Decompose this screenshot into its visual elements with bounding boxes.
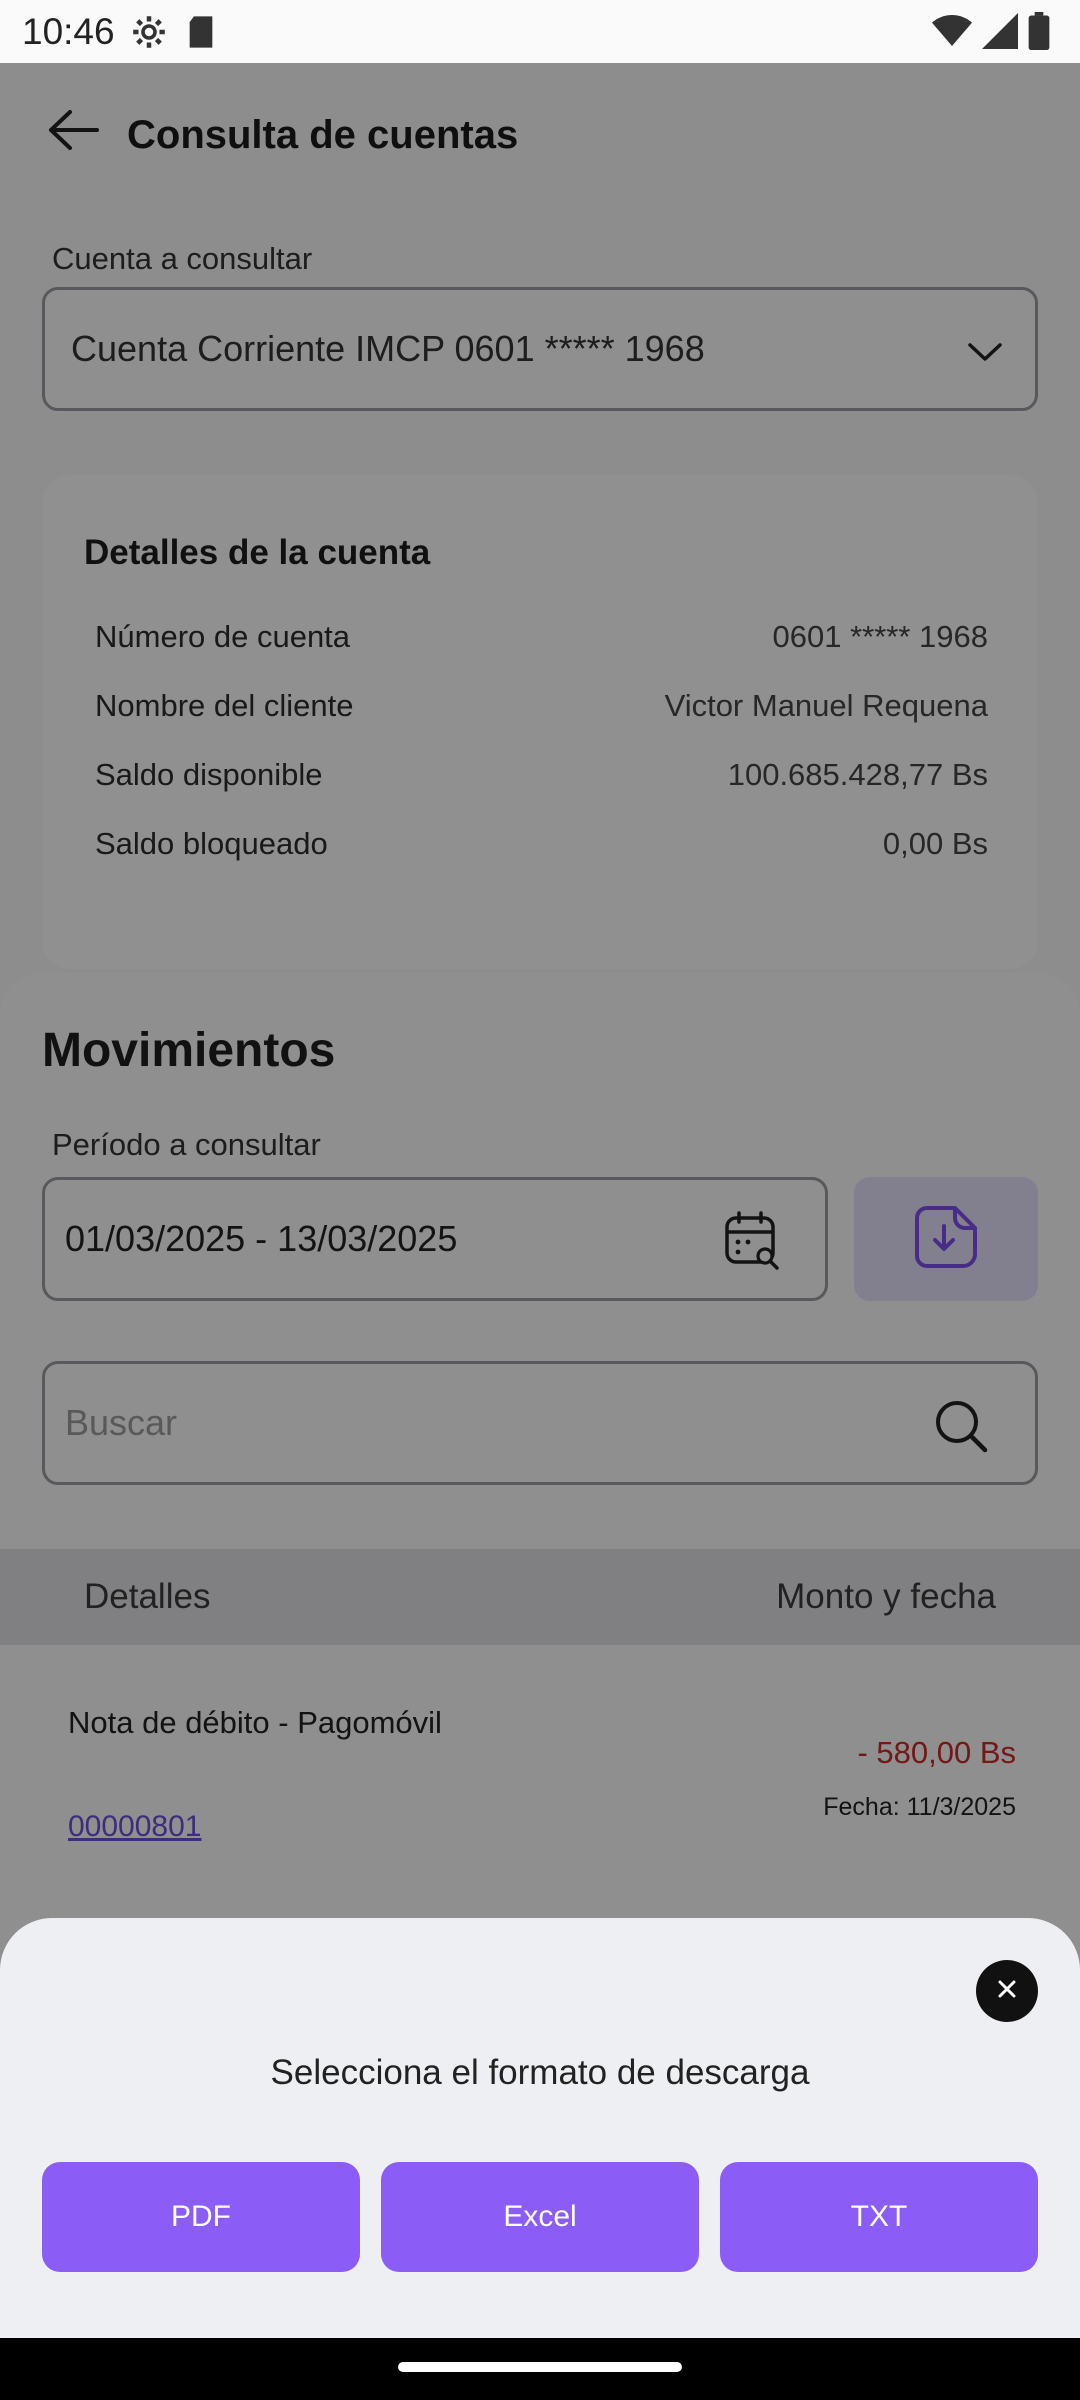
close-icon (997, 1979, 1017, 2004)
wifi-icon (932, 13, 972, 58)
excel-button[interactable]: Excel (381, 2162, 699, 2272)
settings-gear-icon (129, 12, 169, 52)
sheet-title: Selecciona el formato de descarga (270, 2053, 810, 2092)
close-button[interactable] (976, 1960, 1038, 2022)
txt-button[interactable]: TXT (720, 2162, 1038, 2272)
battery-icon (1028, 12, 1050, 59)
pdf-button[interactable]: PDF (42, 2162, 360, 2272)
status-time: 10:46 (22, 10, 115, 52)
status-right-icons (932, 12, 1050, 59)
screen: 10:46 Consulta de cuentas Cuenta a consu… (0, 0, 1080, 2400)
home-gesture-handle[interactable] (398, 2362, 682, 2372)
download-format-sheet: Selecciona el formato de descarga PDF Ex… (0, 1918, 1080, 2338)
system-navigation-bar (0, 2338, 1080, 2400)
sd-card-icon (181, 12, 221, 52)
signal-icon (982, 13, 1018, 58)
status-bar: 10:46 (0, 0, 1080, 63)
